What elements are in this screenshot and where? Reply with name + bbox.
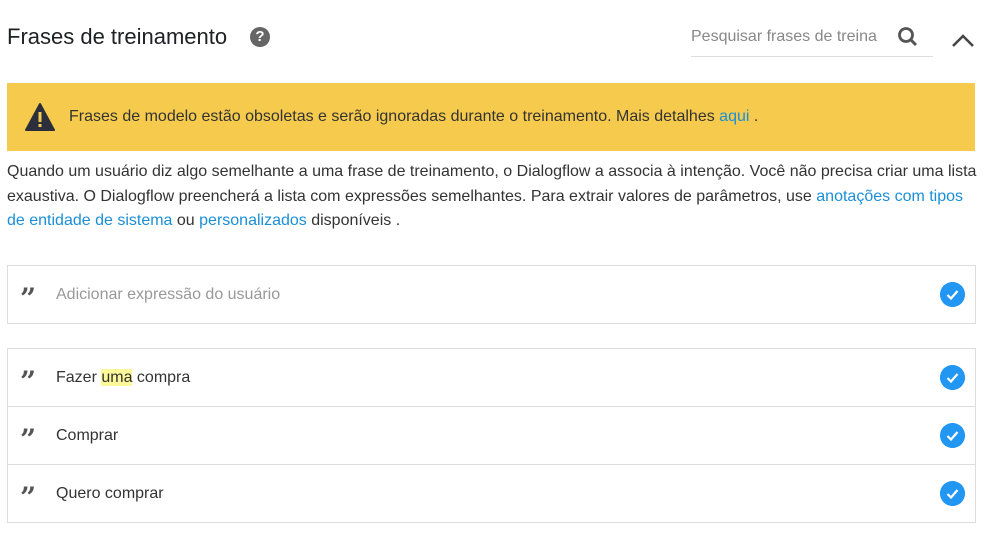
details-link[interactable]: aqui (719, 108, 749, 125)
check-icon[interactable] (940, 282, 965, 307)
phrase-list: ” Fazer uma compra ” Comprar ” Quero com… (7, 348, 976, 523)
add-phrase-row[interactable]: ” Adicionar expressão do usuário (8, 266, 975, 323)
check-icon[interactable] (940, 481, 965, 506)
search-input[interactable] (691, 24, 891, 50)
phrase-row[interactable]: ” Fazer uma compra (8, 349, 975, 406)
quote-icon: ” (20, 284, 37, 305)
phrase-text[interactable]: Comprar (56, 427, 118, 445)
check-icon[interactable] (940, 423, 965, 448)
custom-entities-link[interactable]: personalizados (199, 212, 307, 229)
highlighted-word: uma (101, 368, 133, 386)
chevron-up-icon[interactable] (950, 30, 976, 50)
phrase-text[interactable]: Fazer uma compra (56, 368, 190, 387)
search-field[interactable] (691, 24, 933, 57)
quote-icon: ” (20, 483, 37, 504)
phrase-row[interactable]: ” Comprar (8, 406, 975, 464)
phrase-row[interactable]: ” Quero comprar (8, 464, 975, 522)
help-icon[interactable]: ? (250, 27, 270, 47)
warning-icon (25, 103, 55, 131)
deprecation-banner: Frases de modelo estão obsoletas e serão… (7, 83, 975, 151)
quote-icon: ” (20, 425, 37, 446)
search-icon[interactable] (897, 26, 919, 48)
banner-text: Frases de modelo estão obsoletas e serão… (69, 108, 759, 125)
section-title: Frases de treinamento (7, 24, 228, 49)
check-icon[interactable] (940, 365, 965, 390)
phrase-text[interactable]: Quero comprar (56, 485, 164, 503)
quote-icon: ” (20, 367, 37, 388)
add-phrase-box: ” Adicionar expressão do usuário (7, 265, 976, 324)
add-phrase-input[interactable]: Adicionar expressão do usuário (56, 286, 280, 304)
description: Quando um usuário diz algo semelhante a … (7, 163, 977, 229)
